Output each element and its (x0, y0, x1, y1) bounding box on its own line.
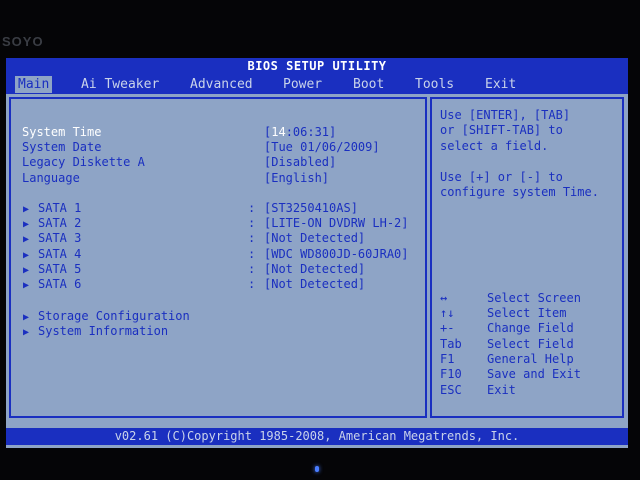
setting-value-legacy-diskette[interactable]: [Disabled] (264, 155, 336, 170)
sata-label-2[interactable]: SATA 2 (38, 216, 81, 231)
submenu-arrow-icon: ▶ (23, 327, 30, 338)
key-desc-select-screen: Select Screen (487, 291, 581, 305)
sata-value-2: [LITE-ON DVDRW LH-2] (264, 216, 409, 230)
top-menu-bar: Main Ai Tweaker Advanced Power Boot Tool… (6, 75, 628, 94)
setting-label-system-time[interactable]: System Time (22, 125, 101, 140)
bios-title: BIOS SETUP UTILITY (6, 58, 628, 75)
bios-screen: BIOS SETUP UTILITY Main Ai Tweaker Advan… (6, 58, 628, 448)
setting-value-system-time[interactable]: [14:06:31] (264, 125, 336, 140)
key-desc-general-help: General Help (487, 352, 574, 366)
key-arrows-horizontal: ↔ (440, 291, 448, 305)
separator-colon: : (248, 231, 256, 245)
key-esc: ESC (440, 383, 462, 397)
menu-tab-boot[interactable]: Boot (350, 76, 387, 93)
submenu-arrow-icon: ▶ (23, 204, 30, 215)
menu-tab-advanced[interactable]: Advanced (187, 76, 256, 93)
separator-colon: : (248, 216, 256, 230)
main-settings-panel: System Time [14:06:31] System Date [Tue … (9, 97, 427, 418)
key-arrows-vertical: ↑↓ (440, 306, 455, 320)
setting-label-language[interactable]: Language (22, 171, 80, 186)
submenu-arrow-icon: ▶ (23, 234, 30, 245)
power-led-icon (315, 466, 319, 472)
sata-value-3: [Not Detected] (264, 231, 366, 245)
menu-tab-ai-tweaker[interactable]: Ai Tweaker (78, 76, 162, 93)
sata-value-5: [Not Detected] (264, 262, 366, 276)
key-desc-change-field: Change Field (487, 321, 574, 335)
sata-label-6[interactable]: SATA 6 (38, 277, 81, 292)
monitor-brand-logo: SOYO (2, 34, 44, 49)
menu-tab-exit[interactable]: Exit (482, 76, 519, 93)
time-rest: :06:31] (285, 125, 337, 139)
separator-colon: : (248, 277, 256, 291)
help-text-line: Use [ENTER], [TAB] (440, 108, 571, 122)
sata-value-1: [ST3250410AS] (264, 201, 358, 215)
submenu-arrow-icon: ▶ (23, 219, 30, 230)
copyright-footer: v02.61 (C)Copyright 1985-2008, American … (6, 428, 628, 445)
help-text-line: configure system Time. (440, 185, 599, 199)
key-desc-save-and-exit: Save and Exit (487, 367, 581, 381)
menu-tab-main[interactable]: Main (15, 76, 53, 93)
sata-value-6: [Not Detected] (264, 277, 366, 291)
key-desc-exit: Exit (487, 383, 516, 397)
sata-label-5[interactable]: SATA 5 (38, 262, 81, 277)
sata-label-4[interactable]: SATA 4 (38, 247, 81, 262)
submenu-system-information[interactable]: System Information (38, 324, 168, 339)
submenu-arrow-icon: ▶ (23, 312, 30, 323)
submenu-arrow-icon: ▶ (23, 265, 30, 276)
help-panel: Use [ENTER], [TAB] or [SHIFT-TAB] to sel… (430, 97, 624, 418)
menu-tab-tools[interactable]: Tools (412, 76, 457, 93)
key-f10: F10 (440, 367, 462, 381)
sata-value-4: [WDC WD800JD-60JRA0] (264, 247, 409, 261)
submenu-arrow-icon: ▶ (23, 250, 30, 261)
key-tab: Tab (440, 337, 462, 351)
separator-colon: : (248, 247, 256, 261)
setting-value-language[interactable]: [English] (264, 171, 329, 186)
separator-colon: : (248, 262, 256, 276)
help-text-line: or [SHIFT-TAB] to (440, 123, 563, 137)
menu-tab-power[interactable]: Power (280, 76, 325, 93)
help-text-line: select a field. (440, 139, 549, 153)
separator-colon: : (248, 201, 256, 215)
setting-label-system-date[interactable]: System Date (22, 140, 101, 155)
key-f1: F1 (440, 352, 455, 366)
submenu-arrow-icon: ▶ (23, 280, 30, 291)
sata-label-3[interactable]: SATA 3 (38, 231, 81, 246)
key-plus-minus: +- (440, 321, 455, 335)
setting-value-system-date[interactable]: [Tue 01/06/2009] (264, 140, 380, 155)
hour-field-highlight[interactable]: 14 (271, 125, 285, 139)
submenu-storage-configuration[interactable]: Storage Configuration (38, 309, 190, 324)
sata-label-1[interactable]: SATA 1 (38, 201, 81, 216)
key-desc-select-field: Select Field (487, 337, 574, 351)
key-desc-select-item: Select Item (487, 306, 567, 320)
help-text-line: Use [+] or [-] to (440, 170, 563, 184)
setting-label-legacy-diskette[interactable]: Legacy Diskette A (22, 155, 145, 170)
